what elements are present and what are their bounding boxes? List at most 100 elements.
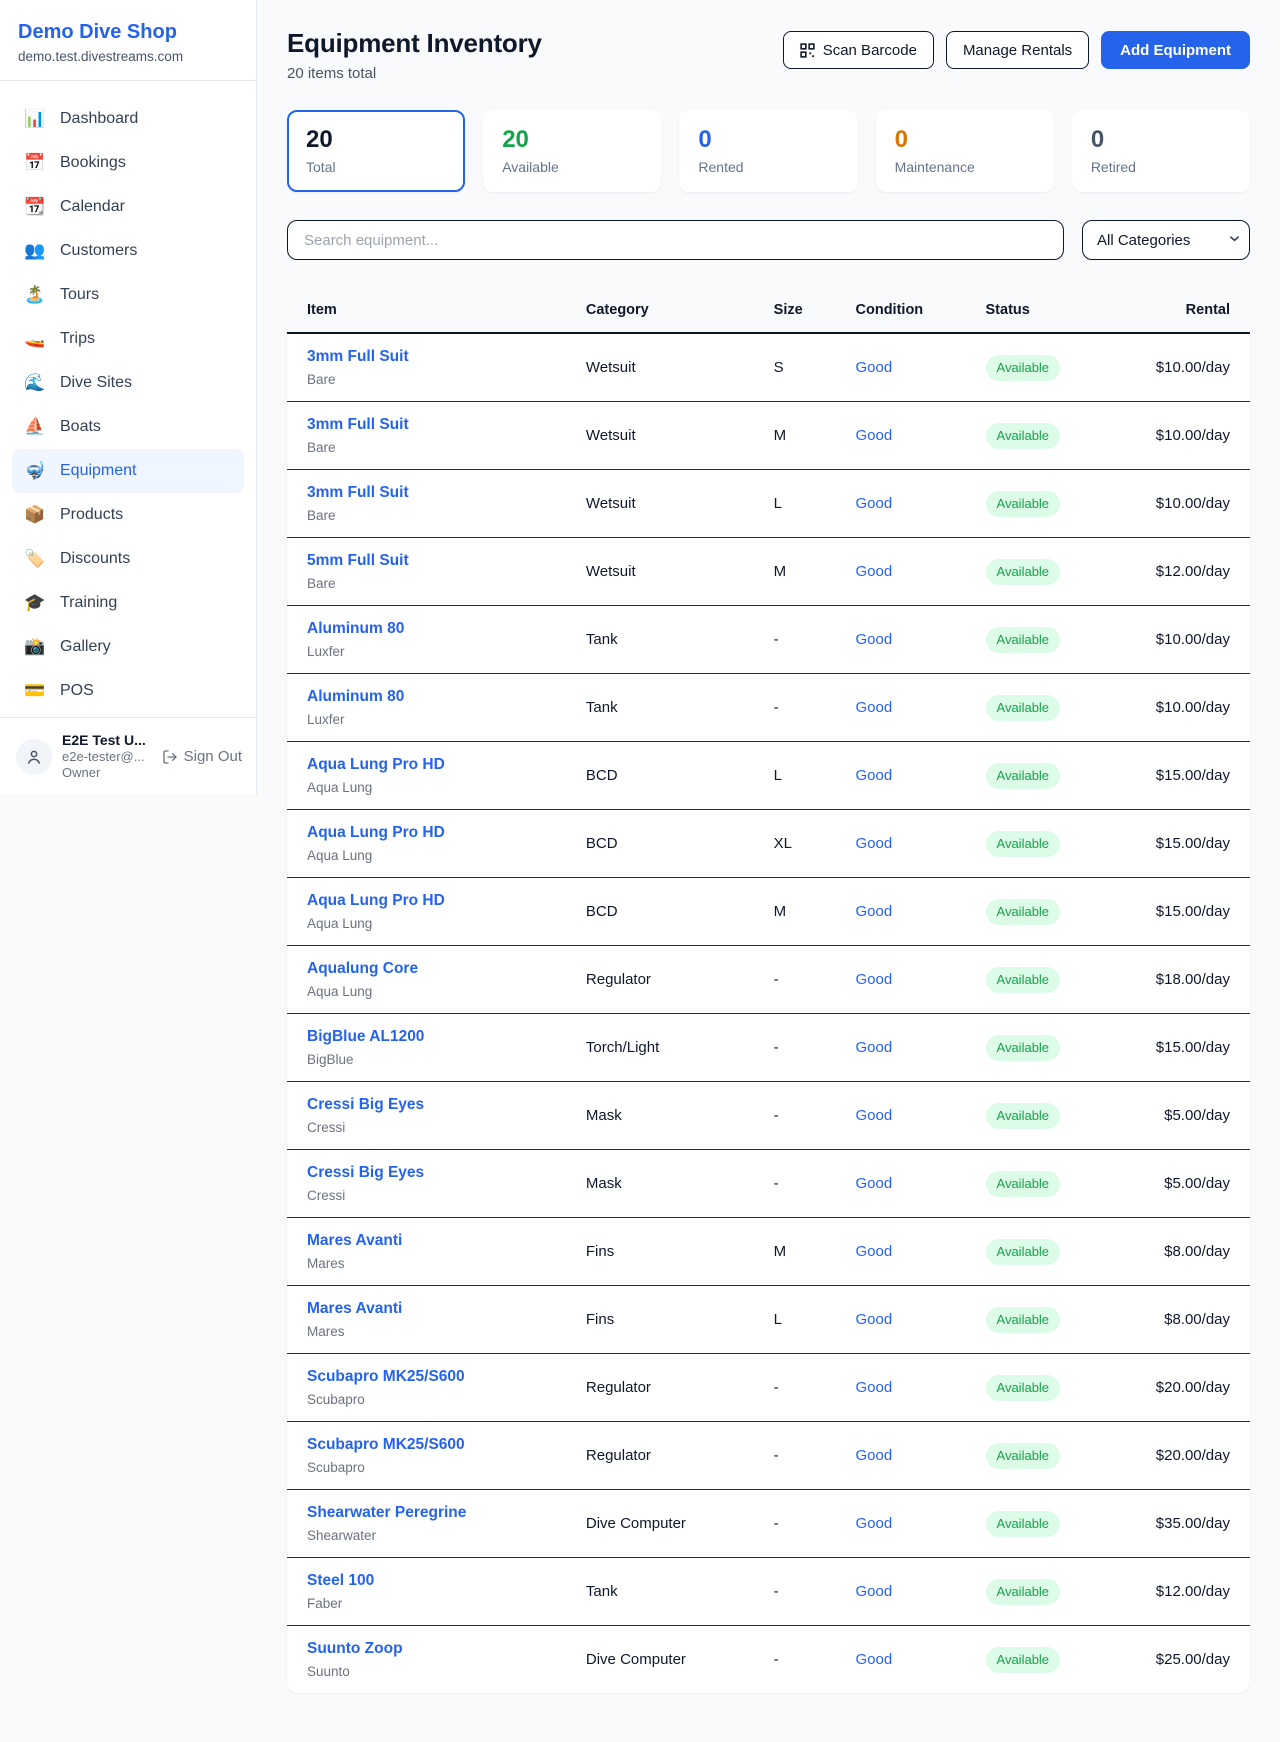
table-row: 3mm Full Suit Bare Wetsuit L Good Availa… xyxy=(287,470,1250,538)
item-name-link[interactable]: Shearwater Peregrine xyxy=(307,1502,566,1523)
barcode-icon xyxy=(800,43,815,58)
category-filter[interactable]: All Categories xyxy=(1082,220,1250,260)
item-name-link[interactable]: 3mm Full Suit xyxy=(307,414,566,435)
dashboard-icon: 📊 xyxy=(24,107,46,131)
item-condition-link[interactable]: Good xyxy=(856,835,893,852)
item-name-link[interactable]: Aqua Lung Pro HD xyxy=(307,754,566,775)
sidebar-item-customers[interactable]: 👥 Customers xyxy=(12,229,244,273)
tours-icon: 🏝️ xyxy=(24,283,46,307)
search-input[interactable] xyxy=(287,220,1064,260)
customers-icon: 👥 xyxy=(24,239,46,263)
item-name-link[interactable]: Aluminum 80 xyxy=(307,618,566,639)
app-logo[interactable]: Demo Dive Shop xyxy=(18,20,238,44)
sign-out-button[interactable]: Sign Out xyxy=(162,748,242,765)
stat-card-retired[interactable]: 0 Retired xyxy=(1072,110,1250,192)
header-actions: Scan Barcode Manage Rentals Add Equipmen… xyxy=(783,28,1250,69)
item-brand: Suunto xyxy=(307,1663,566,1681)
item-brand: Aqua Lung xyxy=(307,915,566,933)
stat-card-maintenance[interactable]: 0 Maintenance xyxy=(876,110,1054,192)
stat-card-rented[interactable]: 0 Rented xyxy=(679,110,857,192)
table-row: 3mm Full Suit Bare Wetsuit M Good Availa… xyxy=(287,402,1250,470)
stat-card-total[interactable]: 20 Total xyxy=(287,110,465,192)
sidebar-item-discounts[interactable]: 🏷️ Discounts xyxy=(12,537,244,581)
item-rental-price: $5.00/day xyxy=(1110,1082,1250,1150)
sidebar-item-gallery[interactable]: 📸 Gallery xyxy=(12,625,244,669)
sidebar-item-boats[interactable]: ⛵ Boats xyxy=(12,405,244,449)
scan-barcode-button[interactable]: Scan Barcode xyxy=(783,31,934,69)
sidebar-item-training[interactable]: 🎓 Training xyxy=(12,581,244,625)
page-title-block: Equipment Inventory 20 items total xyxy=(287,28,542,82)
item-condition-link[interactable]: Good xyxy=(856,427,893,444)
item-brand: Scubapro xyxy=(307,1459,566,1477)
item-condition-link[interactable]: Good xyxy=(856,359,893,376)
sidebar-item-pos[interactable]: 💳 POS xyxy=(12,669,244,713)
item-name-link[interactable]: Suunto Zoop xyxy=(307,1638,566,1659)
item-name-link[interactable]: Scubapro MK25/S600 xyxy=(307,1434,566,1455)
sidebar-item-dive-sites[interactable]: 🌊 Dive Sites xyxy=(12,361,244,405)
item-name-link[interactable]: Scubapro MK25/S600 xyxy=(307,1366,566,1387)
item-condition-link[interactable]: Good xyxy=(856,1175,893,1192)
item-rental-price: $15.00/day xyxy=(1110,1014,1250,1082)
stat-card-available[interactable]: 20 Available xyxy=(483,110,661,192)
item-condition-link[interactable]: Good xyxy=(856,1651,893,1668)
item-rental-price: $8.00/day xyxy=(1110,1218,1250,1286)
stat-value: 0 xyxy=(698,125,838,154)
add-equipment-button[interactable]: Add Equipment xyxy=(1101,31,1250,69)
item-condition-link[interactable]: Good xyxy=(856,495,893,512)
item-rental-price: $8.00/day xyxy=(1110,1286,1250,1354)
item-condition-link[interactable]: Good xyxy=(856,1243,893,1260)
item-brand: Shearwater xyxy=(307,1527,566,1545)
sidebar-item-label: Boats xyxy=(60,415,101,439)
item-name-link[interactable]: Mares Avanti xyxy=(307,1298,566,1319)
pos-icon: 💳 xyxy=(24,679,46,703)
item-condition-link[interactable]: Good xyxy=(856,1311,893,1328)
item-condition-link[interactable]: Good xyxy=(856,971,893,988)
column-header-status: Status xyxy=(976,288,1111,333)
item-rental-price: $12.00/day xyxy=(1110,538,1250,606)
status-badge: Available xyxy=(986,1171,1061,1197)
item-condition-link[interactable]: Good xyxy=(856,1583,893,1600)
sidebar-item-trips[interactable]: 🚤 Trips xyxy=(12,317,244,361)
sidebar-item-tours[interactable]: 🏝️ Tours xyxy=(12,273,244,317)
item-condition-link[interactable]: Good xyxy=(856,1515,893,1532)
sidebar-item-equipment[interactable]: 🤿 Equipment xyxy=(12,449,244,493)
item-condition-link[interactable]: Good xyxy=(856,903,893,920)
item-condition-link[interactable]: Good xyxy=(856,1447,893,1464)
item-name-link[interactable]: 5mm Full Suit xyxy=(307,550,566,571)
item-category: Mask xyxy=(576,1150,764,1218)
manage-rentals-button[interactable]: Manage Rentals xyxy=(946,31,1089,69)
discounts-icon: 🏷️ xyxy=(24,547,46,571)
item-name-link[interactable]: BigBlue AL1200 xyxy=(307,1026,566,1047)
table-row: Cressi Big Eyes Cressi Mask - Good Avail… xyxy=(287,1150,1250,1218)
item-name-link[interactable]: 3mm Full Suit xyxy=(307,482,566,503)
item-condition-link[interactable]: Good xyxy=(856,631,893,648)
item-size: - xyxy=(764,606,846,674)
item-name-link[interactable]: Cressi Big Eyes xyxy=(307,1162,566,1183)
item-size: - xyxy=(764,1490,846,1558)
item-category: Fins xyxy=(576,1218,764,1286)
item-size: - xyxy=(764,1422,846,1490)
item-condition-link[interactable]: Good xyxy=(856,1107,893,1124)
avatar xyxy=(16,739,52,775)
item-name-link[interactable]: Mares Avanti xyxy=(307,1230,566,1251)
item-name-link[interactable]: 3mm Full Suit xyxy=(307,346,566,367)
item-condition-link[interactable]: Good xyxy=(856,1379,893,1396)
item-name-link[interactable]: Cressi Big Eyes xyxy=(307,1094,566,1115)
item-name-link[interactable]: Aqua Lung Pro HD xyxy=(307,890,566,911)
item-condition-link[interactable]: Good xyxy=(856,699,893,716)
item-rental-price: $10.00/day xyxy=(1110,606,1250,674)
sidebar-item-products[interactable]: 📦 Products xyxy=(12,493,244,537)
item-condition-link[interactable]: Good xyxy=(856,767,893,784)
sidebar-item-bookings[interactable]: 📅 Bookings xyxy=(12,141,244,185)
item-name-link[interactable]: Steel 100 xyxy=(307,1570,566,1591)
item-brand: Aqua Lung xyxy=(307,847,566,865)
item-condition-link[interactable]: Good xyxy=(856,563,893,580)
item-condition-link[interactable]: Good xyxy=(856,1039,893,1056)
sidebar-item-calendar[interactable]: 📆 Calendar xyxy=(12,185,244,229)
item-name-link[interactable]: Aluminum 80 xyxy=(307,686,566,707)
item-name-link[interactable]: Aqua Lung Pro HD xyxy=(307,822,566,843)
sidebar-item-dashboard[interactable]: 📊 Dashboard xyxy=(12,97,244,141)
item-name-link[interactable]: Aqualung Core xyxy=(307,958,566,979)
item-category: Torch/Light xyxy=(576,1014,764,1082)
user-icon xyxy=(25,748,43,766)
